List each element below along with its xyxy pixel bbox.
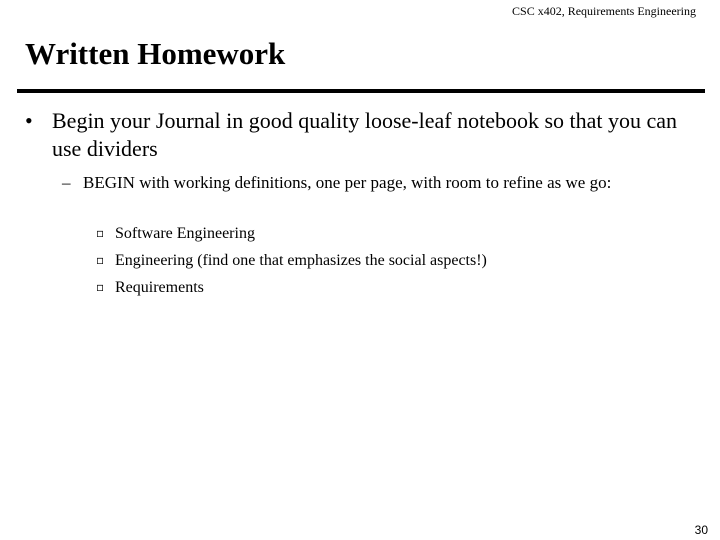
hollow-square-bullet-icon: ▫ xyxy=(96,253,105,267)
hollow-square-bullet-icon: ▫ xyxy=(96,226,105,240)
list-item: ▫ Requirements xyxy=(96,274,487,301)
list-item-text: Requirements xyxy=(115,279,204,296)
list-item-text: Software Engineering xyxy=(115,225,255,242)
list-item: ▫ Engineering (find one that emphasizes t… xyxy=(96,247,487,274)
bullet-dot-icon: • xyxy=(25,108,33,133)
list-item: ▫ Software Engineering xyxy=(96,220,487,247)
bullet-level-2: – BEGIN with working definitions, one pe… xyxy=(62,170,692,195)
bullet-text: BEGIN with working definitions, one per … xyxy=(83,173,612,192)
title-divider xyxy=(17,89,705,93)
slide-title: Written Homework xyxy=(25,36,286,71)
dash-icon: – xyxy=(62,173,71,192)
list-item-text: Engineering (find one that emphasizes th… xyxy=(115,252,487,269)
definition-list: ▫ Software Engineering ▫ Engineering (find… xyxy=(96,220,487,301)
bullet-level-1: • Begin your Journal in good quality loo… xyxy=(25,107,705,163)
slide-header: CSC x402, Requirements Engineering xyxy=(512,4,696,18)
hollow-square-bullet-icon: ▫ xyxy=(96,280,105,294)
bullet-text: Begin your Journal in good quality loose… xyxy=(52,108,678,161)
page-number: 30 xyxy=(694,523,708,537)
